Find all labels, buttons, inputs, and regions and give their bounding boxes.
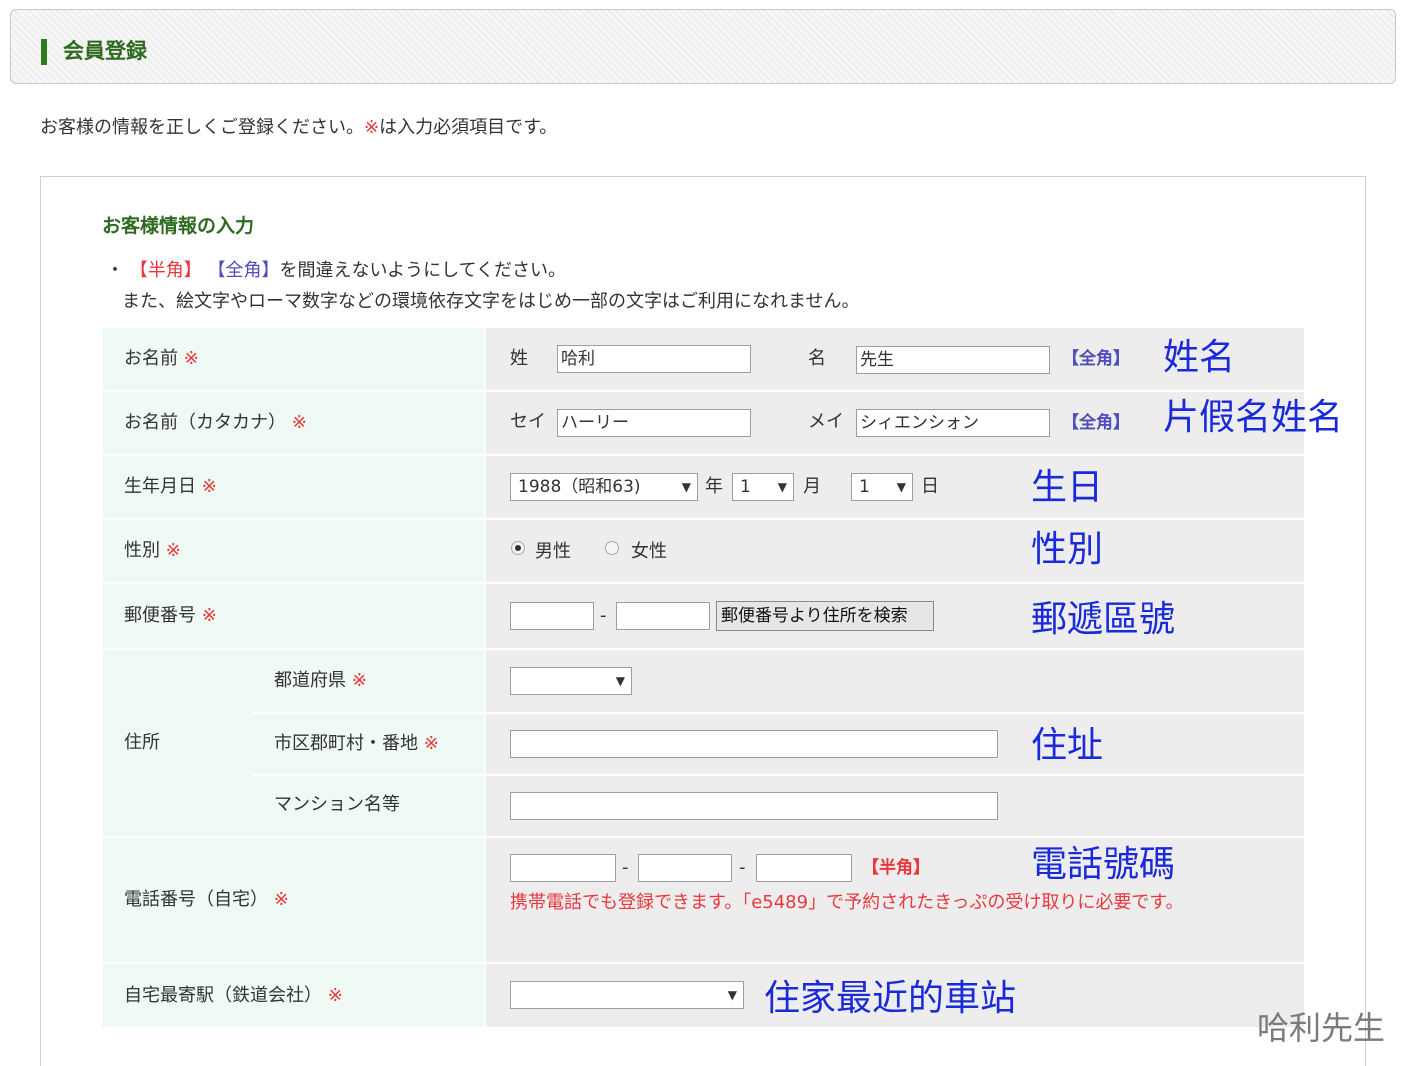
mei-kana-label: メイ [808,411,844,432]
label-station-text: 自宅最寄駅（鉄道会社） [124,985,322,1006]
sei-label: 姓 [510,348,528,369]
required-mark: ※ [201,476,217,497]
bullet: ・ [106,260,124,281]
page-title: 会員登録 [63,39,147,63]
zip-part1-input[interactable] [510,602,594,630]
birth-day-select[interactable]: 1 ▼ [851,473,913,501]
label-pref-text: 都道府県 [274,670,346,691]
phone-dash-1: - [622,857,629,878]
required-mark: ※ [201,605,217,626]
required-mark: ※ [291,412,307,433]
year-unit: 年 [705,476,723,497]
dropdown-arrow-icon: ▼ [615,674,625,688]
phone-part3-input[interactable] [756,854,852,882]
required-mark: ※ [423,733,439,754]
required-mark: ※ [351,670,367,691]
label-phone-text: 電話番号（自宅） [124,889,268,910]
required-mark: ※ [327,985,343,1006]
intro-text-tail: は入力必須項目です。 [379,117,558,138]
intro-text-main: お客様の情報を正しくご登録ください。 [40,117,364,138]
dropdown-arrow-icon: ▼ [727,988,737,1002]
birth-day-value: 1 [859,477,870,497]
annotation-phone: 電話號碼 [1031,844,1176,885]
label-station: 自宅最寄駅（鉄道会社） ※ [102,964,484,1027]
required-mark: ※ [364,117,380,138]
dropdown-arrow-icon: ▼ [896,480,906,494]
label-city: 市区郡町村・番地 ※ [252,714,484,774]
hankaku-tag: 【半角】 [862,858,930,878]
prefecture-select[interactable]: ▼ [510,667,632,695]
required-mark: ※ [165,540,181,561]
label-gender: 性別 ※ [102,520,484,582]
label-zip-text: 郵便番号 [124,605,196,626]
page-header: 会員登録 [10,9,1396,84]
label-address: 住所 [102,650,252,836]
phone-note: 携帯電話でも登録できます。「e5489」で予約されたきっぷの受け取りに必要です。 [510,892,1184,913]
annotation-kana: 片假名姓名 [1163,397,1344,438]
nearest-station-select[interactable]: ▼ [510,981,744,1009]
last-name-kana-input[interactable]: ハーリー [557,409,751,437]
last-name-input[interactable]: 哈利 [557,345,751,373]
phone-part1-input[interactable] [510,854,616,882]
section-title: お客様情報の入力 [102,215,255,237]
zenkaku-tag: 【全角】 [1062,413,1130,433]
required-mark: ※ [273,889,289,910]
birth-year-value: 1988（昭和63) [518,477,641,497]
gender-female-radio[interactable] [605,541,619,555]
city-address-input[interactable] [510,730,998,758]
gender-male-label[interactable]: 男性 [535,539,571,565]
birth-year-select[interactable]: 1988（昭和63) ▼ [510,473,698,501]
annotation-zip: 郵遞區號 [1031,599,1176,640]
annotation-gender: 性別 [1031,529,1104,570]
zip-part2-input[interactable] [616,602,710,630]
sei-kana-label: セイ [510,411,546,432]
zenkaku-tag: 【全角】 [207,260,280,281]
zip-dash: - [600,605,607,626]
header-accent-bar [41,39,47,65]
dropdown-arrow-icon: ▼ [681,480,691,494]
label-kana-text: お名前（カタカナ） [124,412,286,433]
input-note: ・ 【半角】 【全角】を間違えないようにしてください。 [106,258,566,284]
annotation-name: 姓名 [1163,337,1236,378]
day-unit: 日 [921,476,939,497]
phone-dash-2: - [739,857,746,878]
dropdown-arrow-icon: ▼ [777,480,787,494]
label-building-text: マンション名等 [274,794,400,815]
required-mark: ※ [183,348,199,369]
first-name-kana-input[interactable]: シィエンシォン [856,409,1050,437]
zenkaku-tag: 【全角】 [1062,349,1130,369]
gender-male-radio[interactable] [511,541,525,555]
label-address-text: 住所 [124,732,160,753]
label-phone: 電話番号（自宅） ※ [102,838,484,962]
label-birth: 生年月日 ※ [102,456,484,518]
label-city-text: 市区郡町村・番地 [274,733,418,754]
first-name-input[interactable]: 先生 [856,346,1050,374]
label-zip: 郵便番号 ※ [102,584,484,648]
birth-month-value: 1 [740,477,751,497]
label-gender-text: 性別 [124,540,160,561]
mei-label: 名 [808,348,826,369]
birth-month-select[interactable]: 1 ▼ [732,473,794,501]
intro-text: お客様の情報を正しくご登録ください。※は入力必須項目です。 [40,115,557,141]
label-building: マンション名等 [252,776,484,836]
label-name-text: お名前 [124,348,178,369]
note-text: を間違えないようにしてください。 [279,260,567,281]
label-kana: お名前（カタカナ） ※ [102,392,484,454]
gender-female-label[interactable]: 女性 [631,539,667,565]
annotation-address: 住址 [1031,725,1104,766]
input-note-2: また、絵文字やローマ数字などの環境依存文字をはじめ一部の文字はご利用になれません… [122,291,860,312]
label-pref: 都道府県 ※ [252,650,484,712]
phone-part2-input[interactable] [638,854,732,882]
label-name: お名前 ※ [102,328,484,390]
watermark: 哈利先生 [1257,1009,1386,1047]
annotation-station: 住家最近的車站 [764,978,1017,1019]
annotation-birth: 生日 [1031,467,1104,508]
month-unit: 月 [803,476,821,497]
building-name-input[interactable] [510,792,998,820]
hankaku-tag: 【半角】 [129,260,202,281]
label-birth-text: 生年月日 [124,476,196,497]
zip-search-button[interactable]: 郵便番号より住所を検索 [716,601,934,631]
